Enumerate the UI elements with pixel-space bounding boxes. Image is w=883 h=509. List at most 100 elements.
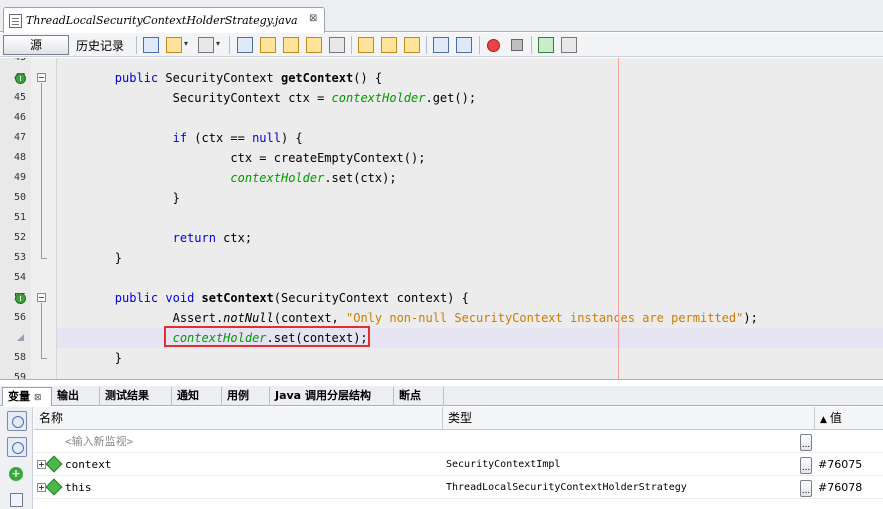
code-token: if [172, 131, 188, 145]
start-macro-recording-icon[interactable] [487, 39, 500, 52]
code-text[interactable]: } [57, 248, 122, 268]
table-row[interactable]: this ThreadLocalSecurityContextHolderStr… [34, 477, 883, 499]
column-header-name[interactable]: 名称 [34, 407, 443, 430]
code-token: public [114, 291, 159, 305]
close-tab-icon[interactable]: ⊠ [34, 393, 42, 403]
code-line[interactable]: 43 [0, 58, 883, 68]
variable-name: context [65, 458, 112, 471]
code-line[interactable]: 47 if (ctx == null) { [0, 128, 883, 148]
code-text[interactable]: contextHolder.set(ctx); [57, 168, 396, 188]
show-inherited-icon[interactable] [7, 437, 27, 457]
code-token: } [57, 351, 123, 365]
code-line[interactable]: 58 } [0, 348, 883, 368]
line-number: 47 [13, 132, 26, 143]
override-annotation-icon[interactable] [15, 73, 26, 84]
settings-doc-icon[interactable] [10, 493, 23, 507]
comment-icon[interactable] [538, 37, 554, 53]
code-text[interactable]: SecurityContext ctx = contextHolder.get(… [57, 88, 476, 108]
code-line[interactable]: 56 Assert.notNull(context, "Only non-nul… [0, 308, 883, 328]
line-number: 45 [13, 92, 26, 103]
code-text[interactable]: public SecurityContext getContext() { [57, 68, 382, 88]
find-icon[interactable] [237, 37, 253, 53]
toolbar-separator [351, 36, 352, 54]
override-annotation-icon[interactable] [15, 293, 26, 304]
back-dropdown-icon[interactable]: ▾ [184, 39, 188, 48]
back-icon[interactable] [166, 37, 182, 53]
code-line[interactable]: 52 return ctx; [0, 228, 883, 248]
edit-value-button[interactable]: ... [800, 457, 812, 474]
code-editor[interactable]: 4344 public SecurityContext getContext()… [0, 58, 883, 380]
code-token: (context, [273, 311, 346, 325]
code-line[interactable]: 51 [0, 208, 883, 228]
new-watch-icon[interactable]: + [9, 467, 23, 481]
new-watch-placeholder[interactable]: <输入新监视> [65, 431, 133, 453]
tab-label: 断点 [399, 389, 421, 402]
uncomment-icon[interactable] [561, 37, 577, 53]
file-tab[interactable]: ThreadLocalSecurityContextHolderStrategy… [3, 7, 325, 33]
variable-name: this [65, 481, 92, 494]
toggle-bookmark-icon[interactable] [404, 37, 420, 53]
tab-label: 变量 [8, 390, 30, 403]
last-edit-icon[interactable] [143, 37, 159, 53]
code-text[interactable]: return ctx; [57, 228, 252, 248]
code-line[interactable]: 59 [0, 368, 883, 379]
expand-icon[interactable] [37, 460, 46, 469]
history-view-button[interactable]: 历史记录 [76, 37, 124, 54]
show-static-icon[interactable] [7, 411, 27, 431]
table-row[interactable]: context SecurityContextImpl ... #76075 [34, 454, 883, 476]
expand-icon[interactable] [37, 483, 46, 492]
next-bookmark-icon[interactable] [381, 37, 397, 53]
shift-left-icon[interactable] [433, 37, 449, 53]
tab-label: 测试结果 [105, 389, 149, 402]
tab-java-call-hierarchy[interactable]: Java 调用分层结构 [270, 387, 394, 406]
tab-usages[interactable]: 用例 [222, 387, 270, 406]
code-text[interactable]: if (ctx == null) { [57, 128, 303, 148]
code-text[interactable]: Assert.notNull(context, "Only non-null S… [57, 308, 758, 328]
forward-icon[interactable] [198, 37, 214, 53]
stop-macro-recording-icon[interactable] [511, 39, 523, 51]
close-tab-icon[interactable]: ⊠ [309, 13, 317, 24]
code-line[interactable]: 54 [0, 268, 883, 288]
select-rectangle-icon[interactable] [329, 37, 345, 53]
tab-output[interactable]: 输出 [52, 387, 100, 406]
code-line[interactable]: 46 [0, 108, 883, 128]
code-line[interactable]: 55 public void setContext(SecurityContex… [0, 288, 883, 308]
edit-watch-button[interactable]: ... [800, 434, 812, 451]
tab-test-results[interactable]: 测试结果 [100, 387, 172, 406]
fold-collapse-icon[interactable] [37, 73, 46, 82]
code-text[interactable]: } [57, 188, 180, 208]
current-code-line[interactable]: contextHolder.set(context); [0, 328, 883, 348]
new-watch-row[interactable]: <输入新监视> ... [34, 431, 883, 453]
code-token: ); [743, 311, 758, 325]
column-header-type[interactable]: 类型 [443, 407, 815, 430]
code-line[interactable]: 45 SecurityContext ctx = contextHolder.g… [0, 88, 883, 108]
find-previous-icon[interactable] [260, 37, 276, 53]
code-line[interactable]: 44 public SecurityContext getContext() { [0, 68, 883, 88]
tab-notifications[interactable]: 通知 [172, 387, 222, 406]
tab-breakpoints[interactable]: 断点 [394, 387, 444, 406]
edit-value-button[interactable]: ... [800, 480, 812, 497]
code-line[interactable]: 53 } [0, 248, 883, 268]
code-token: ) { [280, 131, 303, 145]
previous-bookmark-icon[interactable] [358, 37, 374, 53]
fold-guide-end [41, 258, 47, 259]
code-text[interactable]: public void setContext(SecurityContext c… [57, 288, 469, 308]
tab-label: 用例 [227, 389, 249, 402]
tab-variables[interactable]: 变量 ⊠ [2, 387, 52, 406]
code-line[interactable]: 49 contextHolder.set(ctx); [0, 168, 883, 188]
code-line[interactable]: 50 } [0, 188, 883, 208]
column-header-value[interactable]: ▲ 值 [815, 407, 883, 430]
toggle-highlight-icon[interactable] [306, 37, 322, 53]
fold-collapse-icon[interactable] [37, 293, 46, 302]
code-token: getContext [280, 71, 354, 85]
code-text[interactable]: } [57, 348, 122, 368]
source-view-button[interactable]: 源 [3, 35, 69, 55]
shift-right-icon[interactable] [456, 37, 472, 53]
code-text[interactable]: ctx = createEmptyContext(); [57, 148, 425, 168]
code-token: null [252, 131, 281, 145]
code-line[interactable]: 48 ctx = createEmptyContext(); [0, 148, 883, 168]
find-next-icon[interactable] [283, 37, 299, 53]
forward-dropdown-icon[interactable]: ▾ [216, 39, 220, 48]
